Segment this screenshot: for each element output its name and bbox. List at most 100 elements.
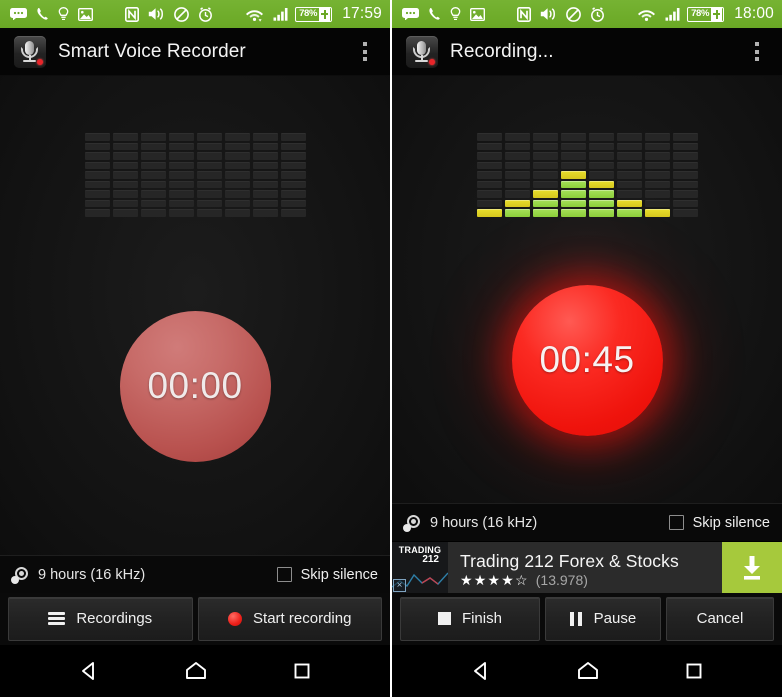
record-button[interactable]: 00:45 bbox=[511, 284, 663, 436]
overflow-menu-icon[interactable] bbox=[352, 33, 378, 71]
recents-icon[interactable] bbox=[683, 660, 705, 682]
recents-icon[interactable] bbox=[291, 660, 313, 682]
visualizer-segment bbox=[560, 180, 586, 189]
visualizer-segment bbox=[140, 161, 166, 170]
ad-install-button[interactable] bbox=[722, 542, 782, 593]
alarm-clock-icon bbox=[590, 6, 605, 22]
action-button-bar-2: Finish Pause Cancel bbox=[392, 593, 782, 645]
recordings-button[interactable]: Recordings bbox=[8, 596, 193, 641]
lightbulb-icon bbox=[450, 7, 461, 21]
visualizer-segment bbox=[672, 152, 698, 160]
battery-percent-label: 78% bbox=[299, 8, 318, 20]
visualizer-segment bbox=[588, 171, 614, 179]
start-recording-button[interactable]: Start recording bbox=[197, 596, 382, 641]
record-button[interactable]: 00:00 bbox=[119, 310, 271, 462]
capacity-label: 9 hours (16 kHz) bbox=[430, 514, 538, 531]
visualizer-segment bbox=[112, 142, 138, 151]
recorder-main-area-2: 00:45 bbox=[392, 76, 782, 503]
battery-percent-label: 78% bbox=[691, 8, 710, 20]
skip-silence-toggle[interactable]: Skip silence bbox=[668, 515, 770, 531]
visualizer-segment bbox=[280, 132, 306, 141]
record-button-area-2: 00:45 bbox=[392, 217, 782, 503]
visualizer-segment bbox=[140, 209, 166, 217]
download-icon bbox=[739, 554, 765, 582]
visualizer-segment bbox=[140, 190, 166, 198]
ad-star-rating: ★★★★☆ bbox=[460, 572, 529, 589]
visualizer-segment bbox=[196, 199, 222, 208]
disc-quality-icon bbox=[11, 565, 30, 584]
visualizer-column bbox=[84, 132, 110, 217]
ad-rating-row: ★★★★☆ (13.978) bbox=[460, 572, 722, 588]
visualizer-segment bbox=[84, 209, 110, 217]
visualizer-segment bbox=[616, 171, 642, 179]
battery-charging-plug-icon bbox=[711, 7, 723, 21]
cancel-button[interactable]: Cancel bbox=[665, 596, 774, 641]
visualizer-segment bbox=[644, 190, 670, 198]
action-button-bar: Recordings Start recording bbox=[0, 593, 390, 645]
visualizer-column bbox=[644, 132, 670, 217]
skip-silence-checkbox[interactable] bbox=[276, 567, 292, 582]
sms-icon bbox=[10, 8, 27, 20]
visualizer-segment bbox=[644, 161, 670, 170]
visualizer-segment bbox=[532, 190, 558, 198]
finish-button-label: Finish bbox=[461, 610, 502, 627]
skip-silence-toggle[interactable]: Skip silence bbox=[276, 567, 378, 583]
cancel-button-label: Cancel bbox=[696, 610, 744, 627]
cellular-signal-icon bbox=[273, 7, 289, 21]
visualizer-segment bbox=[588, 180, 614, 189]
start-recording-button-label: Start recording bbox=[253, 610, 352, 627]
visualizer-segment bbox=[252, 161, 278, 170]
finish-button[interactable]: Finish bbox=[400, 596, 540, 641]
pause-icon bbox=[569, 611, 583, 626]
image-icon bbox=[470, 7, 485, 21]
visualizer-segment bbox=[532, 209, 558, 217]
visualizer-segment bbox=[140, 199, 166, 208]
visualizer-segment bbox=[476, 180, 502, 189]
back-icon[interactable] bbox=[469, 660, 493, 682]
visualizer-segment bbox=[616, 190, 642, 198]
visualizer-column bbox=[560, 132, 586, 217]
visualizer-segment bbox=[588, 132, 614, 141]
visualizer-segment bbox=[476, 199, 502, 208]
visualizer-segment bbox=[168, 161, 194, 170]
microphone-record-icon bbox=[14, 35, 46, 68]
visualizer-segment bbox=[672, 209, 698, 217]
visualizer-segment bbox=[504, 171, 530, 179]
home-icon[interactable] bbox=[575, 660, 601, 682]
visualizer-segment bbox=[644, 180, 670, 189]
ad-close-icon[interactable]: × bbox=[393, 579, 406, 592]
visualizer-segment bbox=[252, 199, 278, 208]
home-icon[interactable] bbox=[183, 660, 209, 682]
visualizer-segment bbox=[476, 171, 502, 179]
visualizer-segment bbox=[672, 180, 698, 189]
visualizer-segment bbox=[616, 209, 642, 217]
back-icon[interactable] bbox=[77, 660, 101, 682]
advertisement-banner[interactable]: TRADING 212 × Trading 212 Forex & Stocks… bbox=[392, 541, 782, 593]
visualizer-segment bbox=[504, 209, 530, 217]
pause-button[interactable]: Pause bbox=[544, 596, 661, 641]
page-title: Smart Voice Recorder bbox=[58, 40, 246, 62]
phone-call-icon bbox=[36, 7, 49, 21]
visualizer-segment bbox=[280, 152, 306, 160]
visualizer-segment bbox=[532, 171, 558, 179]
status-bar-clock: 18:00 bbox=[734, 5, 774, 22]
phone-screen-idle: 78% 17:59 Smart Voice Recorder 00:00 9 h… bbox=[0, 0, 390, 697]
visualizer-segment bbox=[616, 142, 642, 151]
visualizer-segment bbox=[252, 132, 278, 141]
capacity-label: 9 hours (16 kHz) bbox=[38, 566, 146, 583]
audio-level-visualizer bbox=[84, 132, 306, 217]
status-bar: 78% 17:59 bbox=[0, 0, 390, 28]
visualizer-segment bbox=[84, 161, 110, 170]
visualizer-column bbox=[672, 132, 698, 217]
skip-silence-checkbox[interactable] bbox=[668, 515, 684, 530]
battery-charging-plug-icon bbox=[319, 7, 331, 21]
ad-advertiser-logo: TRADING 212 × bbox=[392, 542, 448, 593]
image-icon bbox=[78, 7, 93, 21]
overflow-menu-icon[interactable] bbox=[744, 33, 770, 71]
ad-title: Trading 212 Forex & Stocks bbox=[460, 550, 679, 571]
status-bar-notification-icons bbox=[10, 6, 295, 22]
visualizer-segment bbox=[196, 132, 222, 141]
visualizer-column bbox=[280, 132, 306, 217]
visualizer-segment bbox=[672, 199, 698, 208]
visualizer-segment bbox=[588, 199, 614, 208]
